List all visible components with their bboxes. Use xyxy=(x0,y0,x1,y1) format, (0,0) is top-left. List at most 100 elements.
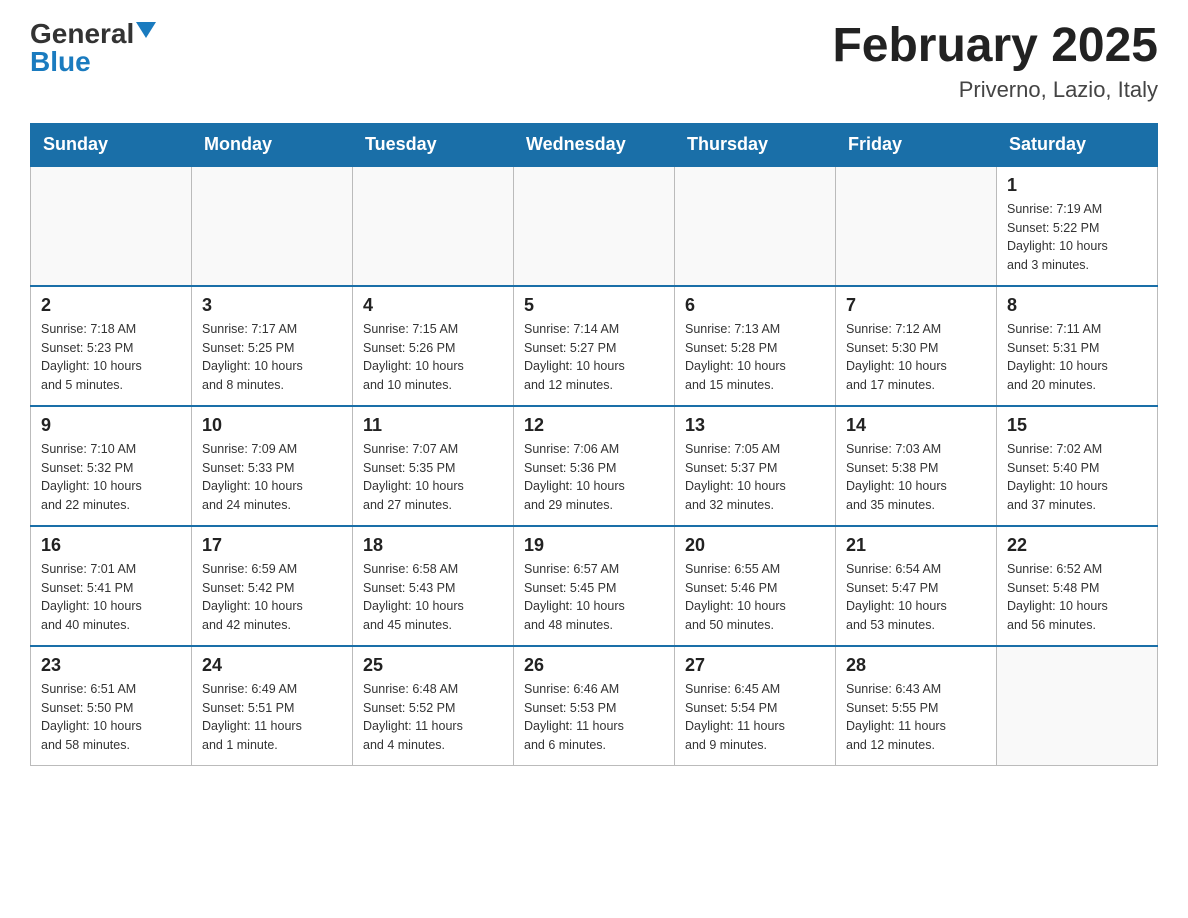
calendar-cell: 18 Sunrise: 6:58 AMSunset: 5:43 PMDayligh… xyxy=(353,526,514,646)
day-number: 28 xyxy=(846,655,986,676)
day-info: Sunrise: 7:05 AMSunset: 5:37 PMDaylight:… xyxy=(685,440,825,515)
logo-general-text: General xyxy=(30,20,134,48)
calendar-cell: 8 Sunrise: 7:11 AMSunset: 5:31 PMDaylight… xyxy=(997,286,1158,406)
calendar-cell: 12 Sunrise: 7:06 AMSunset: 5:36 PMDayligh… xyxy=(514,406,675,526)
day-info: Sunrise: 6:57 AMSunset: 5:45 PMDaylight:… xyxy=(524,560,664,635)
calendar-cell xyxy=(192,166,353,286)
day-info: Sunrise: 7:19 AMSunset: 5:22 PMDaylight:… xyxy=(1007,200,1147,275)
calendar-cell: 2 Sunrise: 7:18 AMSunset: 5:23 PMDaylight… xyxy=(31,286,192,406)
day-info: Sunrise: 7:02 AMSunset: 5:40 PMDaylight:… xyxy=(1007,440,1147,515)
day-info: Sunrise: 6:55 AMSunset: 5:46 PMDaylight:… xyxy=(685,560,825,635)
calendar-cell: 22 Sunrise: 6:52 AMSunset: 5:48 PMDayligh… xyxy=(997,526,1158,646)
calendar-cell: 7 Sunrise: 7:12 AMSunset: 5:30 PMDaylight… xyxy=(836,286,997,406)
day-number: 2 xyxy=(41,295,181,316)
calendar-cell: 3 Sunrise: 7:17 AMSunset: 5:25 PMDaylight… xyxy=(192,286,353,406)
calendar-cell: 25 Sunrise: 6:48 AMSunset: 5:52 PMDayligh… xyxy=(353,646,514,766)
day-number: 10 xyxy=(202,415,342,436)
calendar-cell: 24 Sunrise: 6:49 AMSunset: 5:51 PMDayligh… xyxy=(192,646,353,766)
day-info: Sunrise: 6:59 AMSunset: 5:42 PMDaylight:… xyxy=(202,560,342,635)
day-number: 25 xyxy=(363,655,503,676)
day-number: 9 xyxy=(41,415,181,436)
day-number: 8 xyxy=(1007,295,1147,316)
day-info: Sunrise: 7:18 AMSunset: 5:23 PMDaylight:… xyxy=(41,320,181,395)
day-info: Sunrise: 7:10 AMSunset: 5:32 PMDaylight:… xyxy=(41,440,181,515)
day-info: Sunrise: 6:48 AMSunset: 5:52 PMDaylight:… xyxy=(363,680,503,755)
day-info: Sunrise: 7:15 AMSunset: 5:26 PMDaylight:… xyxy=(363,320,503,395)
day-number: 16 xyxy=(41,535,181,556)
calendar-cell: 28 Sunrise: 6:43 AMSunset: 5:55 PMDayligh… xyxy=(836,646,997,766)
calendar-cell xyxy=(353,166,514,286)
calendar-header-friday: Friday xyxy=(836,123,997,166)
day-number: 3 xyxy=(202,295,342,316)
month-title: February 2025 xyxy=(832,20,1158,73)
day-info: Sunrise: 7:09 AMSunset: 5:33 PMDaylight:… xyxy=(202,440,342,515)
calendar-cell: 27Sunrise: 6:45 AMSunset: 5:54 PMDayligh… xyxy=(675,646,836,766)
calendar-cell xyxy=(997,646,1158,766)
calendar-cell: 10 Sunrise: 7:09 AMSunset: 5:33 PMDayligh… xyxy=(192,406,353,526)
day-number: 4 xyxy=(363,295,503,316)
day-number: 7 xyxy=(846,295,986,316)
calendar-cell: 5Sunrise: 7:14 AMSunset: 5:27 PMDaylight… xyxy=(514,286,675,406)
day-number: 18 xyxy=(363,535,503,556)
day-number: 13 xyxy=(685,415,825,436)
calendar-cell: 17 Sunrise: 6:59 AMSunset: 5:42 PMDayligh… xyxy=(192,526,353,646)
day-info: Sunrise: 7:06 AMSunset: 5:36 PMDaylight:… xyxy=(524,440,664,515)
day-number: 21 xyxy=(846,535,986,556)
calendar-cell: 14 Sunrise: 7:03 AMSunset: 5:38 PMDayligh… xyxy=(836,406,997,526)
day-number: 22 xyxy=(1007,535,1147,556)
calendar-cell: 15 Sunrise: 7:02 AMSunset: 5:40 PMDayligh… xyxy=(997,406,1158,526)
calendar-cell: 20 Sunrise: 6:55 AMSunset: 5:46 PMDayligh… xyxy=(675,526,836,646)
calendar-header-wednesday: Wednesday xyxy=(514,123,675,166)
calendar-week-row: 1Sunrise: 7:19 AMSunset: 5:22 PMDaylight… xyxy=(31,166,1158,286)
day-info: Sunrise: 7:11 AMSunset: 5:31 PMDaylight:… xyxy=(1007,320,1147,395)
calendar-cell: 16 Sunrise: 7:01 AMSunset: 5:41 PMDayligh… xyxy=(31,526,192,646)
calendar-cell: 13 Sunrise: 7:05 AMSunset: 5:37 PMDayligh… xyxy=(675,406,836,526)
day-info: Sunrise: 7:14 AMSunset: 5:27 PMDaylight:… xyxy=(524,320,664,395)
location: Priverno, Lazio, Italy xyxy=(832,77,1158,103)
day-info: Sunrise: 7:13 AMSunset: 5:28 PMDaylight:… xyxy=(685,320,825,395)
day-info: Sunrise: 7:17 AMSunset: 5:25 PMDaylight:… xyxy=(202,320,342,395)
calendar-cell: 6 Sunrise: 7:13 AMSunset: 5:28 PMDaylight… xyxy=(675,286,836,406)
page-header: General Blue February 2025 Priverno, Laz… xyxy=(30,20,1158,103)
day-number: 12 xyxy=(524,415,664,436)
day-info: Sunrise: 7:01 AMSunset: 5:41 PMDaylight:… xyxy=(41,560,181,635)
day-info: Sunrise: 6:58 AMSunset: 5:43 PMDaylight:… xyxy=(363,560,503,635)
logo-triangle-icon xyxy=(136,22,156,38)
day-info: Sunrise: 6:45 AMSunset: 5:54 PMDaylight:… xyxy=(685,680,825,755)
calendar-header-row: SundayMondayTuesdayWednesdayThursdayFrid… xyxy=(31,123,1158,166)
day-number: 20 xyxy=(685,535,825,556)
day-info: Sunrise: 6:52 AMSunset: 5:48 PMDaylight:… xyxy=(1007,560,1147,635)
calendar-header-tuesday: Tuesday xyxy=(353,123,514,166)
logo-blue-text: Blue xyxy=(30,48,91,76)
day-number: 6 xyxy=(685,295,825,316)
day-number: 14 xyxy=(846,415,986,436)
calendar-week-row: 9 Sunrise: 7:10 AMSunset: 5:32 PMDaylight… xyxy=(31,406,1158,526)
calendar-header-sunday: Sunday xyxy=(31,123,192,166)
calendar-cell: 21 Sunrise: 6:54 AMSunset: 5:47 PMDayligh… xyxy=(836,526,997,646)
calendar-cell: 9 Sunrise: 7:10 AMSunset: 5:32 PMDaylight… xyxy=(31,406,192,526)
day-info: Sunrise: 7:12 AMSunset: 5:30 PMDaylight:… xyxy=(846,320,986,395)
day-number: 15 xyxy=(1007,415,1147,436)
title-section: February 2025 Priverno, Lazio, Italy xyxy=(832,20,1158,103)
day-info: Sunrise: 7:03 AMSunset: 5:38 PMDaylight:… xyxy=(846,440,986,515)
calendar-cell: 23 Sunrise: 6:51 AMSunset: 5:50 PMDayligh… xyxy=(31,646,192,766)
day-info: Sunrise: 6:51 AMSunset: 5:50 PMDaylight:… xyxy=(41,680,181,755)
logo: General Blue xyxy=(30,20,156,76)
calendar-table: SundayMondayTuesdayWednesdayThursdayFrid… xyxy=(30,123,1158,767)
calendar-cell xyxy=(836,166,997,286)
day-number: 24 xyxy=(202,655,342,676)
day-number: 26 xyxy=(524,655,664,676)
calendar-week-row: 16 Sunrise: 7:01 AMSunset: 5:41 PMDayligh… xyxy=(31,526,1158,646)
calendar-cell: 11Sunrise: 7:07 AMSunset: 5:35 PMDayligh… xyxy=(353,406,514,526)
day-number: 17 xyxy=(202,535,342,556)
calendar-cell: 19 Sunrise: 6:57 AMSunset: 5:45 PMDayligh… xyxy=(514,526,675,646)
calendar-cell: 4 Sunrise: 7:15 AMSunset: 5:26 PMDaylight… xyxy=(353,286,514,406)
calendar-cell: 26Sunrise: 6:46 AMSunset: 5:53 PMDayligh… xyxy=(514,646,675,766)
day-info: Sunrise: 6:49 AMSunset: 5:51 PMDaylight:… xyxy=(202,680,342,755)
day-info: Sunrise: 6:54 AMSunset: 5:47 PMDaylight:… xyxy=(846,560,986,635)
calendar-header-monday: Monday xyxy=(192,123,353,166)
day-number: 23 xyxy=(41,655,181,676)
day-info: Sunrise: 6:43 AMSunset: 5:55 PMDaylight:… xyxy=(846,680,986,755)
day-number: 19 xyxy=(524,535,664,556)
calendar-cell xyxy=(675,166,836,286)
